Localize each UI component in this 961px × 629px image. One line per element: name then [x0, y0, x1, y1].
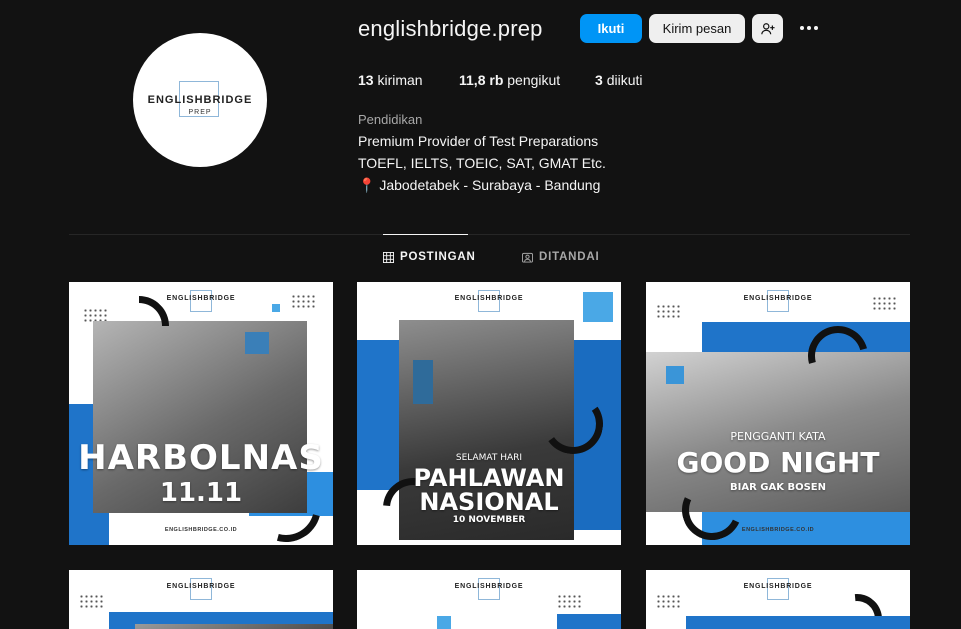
post-tile[interactable]: ENGLISHBRIDGE: [357, 570, 621, 629]
dot-pattern: [656, 304, 682, 318]
post-footer: ENGLISHBRIDGE.CO.ID: [164, 527, 238, 533]
following-count: 3: [595, 72, 603, 88]
tab-posts-label: POSTINGAN: [400, 251, 476, 263]
decor-square: [666, 366, 684, 384]
tab-posts[interactable]: POSTINGAN: [383, 251, 476, 263]
post-logo: ENGLISHBRIDGE: [743, 583, 813, 590]
avatar-logo-text: ENGLISHBRIDGE: [147, 94, 253, 106]
decor-square: [583, 292, 613, 322]
dot-pattern: [656, 594, 682, 608]
tab-tagged[interactable]: DITANDAI: [522, 251, 600, 263]
suggested-accounts-button[interactable]: [752, 14, 783, 43]
profile-category: Pendidikan: [358, 112, 423, 127]
avatar-logo-subtext: PREP: [188, 109, 212, 116]
dot-pattern: [557, 594, 583, 608]
decor-block: [557, 614, 621, 629]
post-subtitle: 10 NOVEMBER: [452, 515, 526, 525]
profile-avatar[interactable]: ENGLISHBRIDGE PREP: [133, 33, 267, 167]
posts-stat: 13 kiriman: [358, 72, 423, 88]
posts-count: 13: [358, 72, 374, 88]
post-photo: [135, 624, 333, 629]
post-tile[interactable]: ENGLISHBRIDGE: [646, 570, 910, 629]
dot-pattern: [872, 296, 898, 310]
post-title: HARBOLNAS: [78, 438, 324, 478]
follow-button[interactable]: Ikuti: [580, 14, 642, 43]
post-tile[interactable]: ENGLISHBRIDGE SELAMAT HARI PAHLAWAN NASI…: [357, 282, 621, 545]
dot-pattern: [83, 308, 109, 322]
followers-stat[interactable]: 11,8 rb pengikut: [459, 72, 560, 88]
tab-tagged-label: DITANDAI: [539, 251, 600, 263]
send-message-button[interactable]: Kirim pesan: [649, 14, 745, 43]
post-title-line2: NASIONAL: [419, 488, 559, 516]
bio-line: TOEFL, IELTS, TOEIC, SAT, GMAT Etc.: [358, 155, 606, 171]
post-logo: ENGLISHBRIDGE: [743, 295, 813, 302]
post-footer: ENGLISHBRIDGE.CO.ID: [741, 527, 815, 533]
post-logo: ENGLISHBRIDGE: [166, 583, 236, 590]
profile-username: englishbridge.prep: [358, 16, 543, 41]
post-logo: ENGLISHBRIDGE: [454, 295, 524, 302]
post-tile[interactable]: ENGLISHBRIDGE: [69, 570, 333, 629]
tabs-divider: [69, 234, 910, 235]
post-tile[interactable]: ENGLISHBRIDGE HARBOLNAS 11.11 ENGLISHBRI…: [69, 282, 333, 545]
followers-count: 11,8 rb: [459, 72, 504, 88]
tag-icon: [522, 252, 533, 263]
decor-square: [272, 304, 280, 312]
decor-block: [686, 616, 910, 629]
add-user-icon: [760, 22, 775, 34]
posts-label: kiriman: [377, 72, 423, 88]
bio-line: Premium Provider of Test Preparations: [358, 133, 599, 149]
grid-icon: [383, 251, 394, 263]
dot-pattern: [79, 594, 105, 608]
active-tab-indicator: [383, 234, 468, 235]
post-logo: ENGLISHBRIDGE: [454, 583, 524, 590]
dot-pattern: [291, 294, 317, 308]
decor-square: [245, 332, 269, 354]
post-subtitle: 11.11: [159, 478, 243, 508]
decor-square: [437, 616, 451, 629]
post-tile[interactable]: ENGLISHBRIDGE PENGGANTI KATA GOOD NIGHT …: [646, 282, 910, 545]
more-options-icon[interactable]: [797, 18, 821, 38]
post-kicker: PENGGANTI KATA: [730, 430, 826, 443]
following-label: diikuti: [606, 72, 643, 88]
post-kicker: SELAMAT HARI: [455, 453, 523, 463]
bio-line: 📍 Jabodetabek - Surabaya - Bandung: [358, 177, 601, 193]
followers-label: pengikut: [507, 72, 561, 88]
decor-block: [413, 360, 433, 404]
post-subtitle: BIAR GAK BOSEN: [730, 482, 826, 493]
post-title: GOOD NIGHT: [676, 446, 880, 479]
following-stat[interactable]: 3 diikuti: [595, 72, 642, 88]
